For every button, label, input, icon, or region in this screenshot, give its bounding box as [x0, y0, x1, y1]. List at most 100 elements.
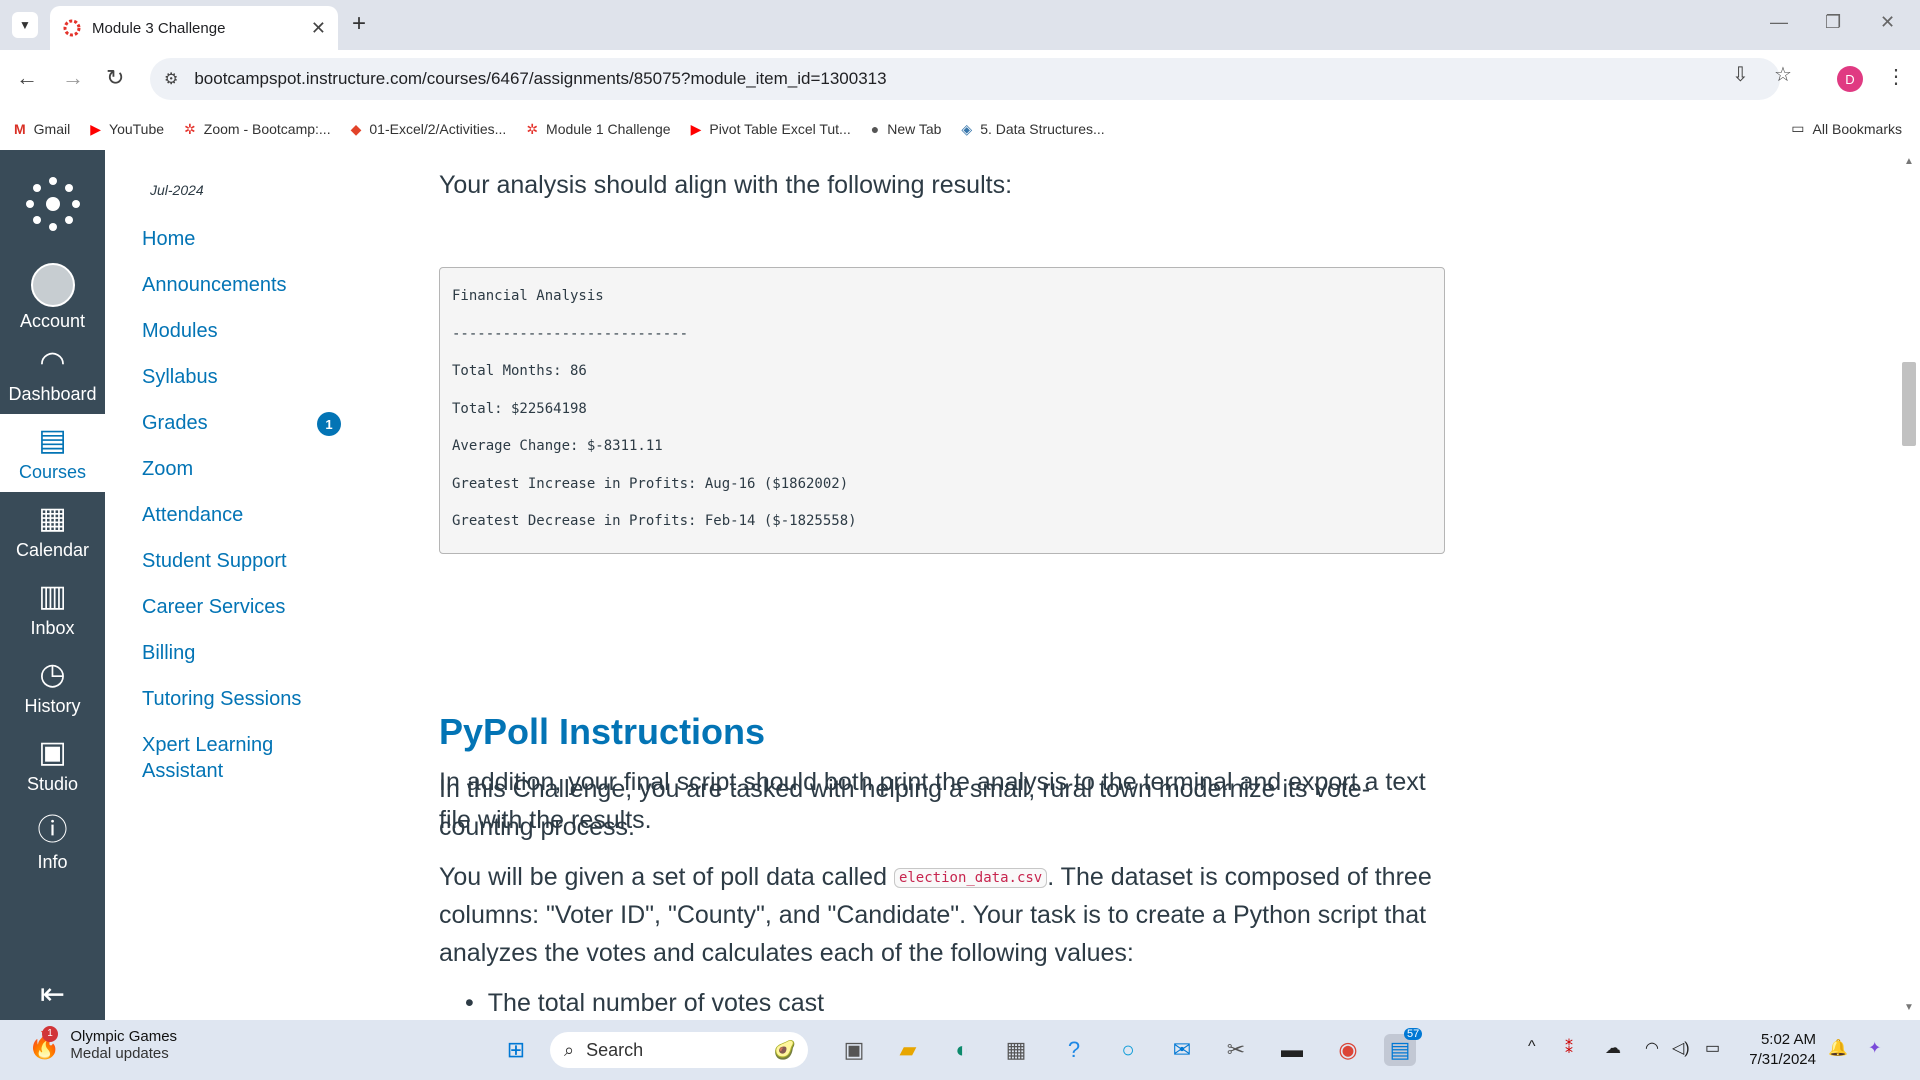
browser-tab-active[interactable]: Module 3 Challenge ✕	[50, 6, 338, 50]
windows-start-icon[interactable]: ⊞	[500, 1034, 532, 1066]
course-nav-zoom[interactable]: Zoom	[142, 456, 193, 482]
gmail-icon: M	[14, 121, 26, 137]
bookmark-data-structures[interactable]: ◈ 5. Data Structures...	[961, 121, 1104, 138]
bookmark-module1[interactable]: ✲ Module 1 Challenge	[526, 121, 670, 138]
course-nav-billing[interactable]: Billing	[142, 640, 195, 666]
course-nav-tutoring-sessions[interactable]: Tutoring Sessions	[142, 686, 301, 712]
wifi-icon[interactable]: ◠	[1645, 1038, 1659, 1058]
course-nav-assistant[interactable]: Assistant	[142, 758, 223, 784]
battery-icon[interactable]: ▭	[1705, 1038, 1720, 1058]
install-app-icon[interactable]: ⇩	[1732, 62, 1749, 87]
global-nav-studio[interactable]: ▣ Studio	[0, 726, 105, 804]
youtube-icon: ▶	[90, 120, 102, 137]
terminal-icon[interactable]: ▬	[1276, 1034, 1308, 1066]
course-nav-announcements[interactable]: Announcements	[142, 272, 287, 298]
studio-icon: ▣	[38, 735, 67, 769]
pypoll-heading: PyPoll Instructions	[439, 711, 766, 752]
profile-avatar[interactable]: D	[1837, 66, 1863, 92]
course-nav-student-support[interactable]: Student Support	[142, 548, 287, 574]
page-scrollbar[interactable]: ▲ ▼	[1898, 150, 1920, 1020]
ms-store-icon[interactable]: ▦	[1000, 1034, 1032, 1066]
data-line-1-post: . The dataset is composed of three	[1047, 863, 1432, 891]
show-hidden-icons-chevron-icon[interactable]: ^	[1528, 1038, 1536, 1056]
all-bookmarks-button[interactable]: ▭ All Bookmarks	[1791, 120, 1902, 137]
browser-menu-icon[interactable]: ⋮	[1886, 64, 1906, 89]
news-subtitle: Medal updates	[70, 1045, 169, 1062]
course-nav-modules[interactable]: Modules	[142, 318, 218, 344]
store-app-icon[interactable]: ▤ 57	[1384, 1028, 1423, 1066]
bullet-total-votes: • The total number of votes cast	[465, 989, 825, 1017]
canvas-logo-svg	[25, 177, 80, 231]
gitlab-icon: ◆	[350, 120, 362, 137]
global-nav-dashboard[interactable]: ◠ Dashboard	[0, 336, 105, 414]
bookmark-star-icon[interactable]: ☆	[1774, 62, 1792, 87]
restore-icon[interactable]: ❐	[1825, 12, 1841, 33]
forward-arrow-icon[interactable]: →	[62, 64, 84, 92]
bullet-dot-icon: •	[465, 989, 474, 1017]
collapse-nav-icon[interactable]: ⇤	[0, 977, 105, 1012]
browser-toolbar: ← → ↻ ⚙ bootcampspot.instructure.com/cou…	[0, 50, 1920, 108]
scrollbar-thumb[interactable]	[1902, 362, 1916, 446]
taskbar-clock[interactable]: 5:02 AM 7/31/2024	[1740, 1030, 1816, 1070]
courses-book-icon: ▤	[38, 423, 67, 457]
history-clock-icon: ◷	[39, 657, 66, 691]
bookmark-excel-activities[interactable]: ◆ 01-Excel/2/Activities...	[351, 121, 507, 138]
course-nav-syllabus[interactable]: Syllabus	[142, 364, 218, 390]
course-nav-xpert-learning[interactable]: Xpert Learning	[142, 732, 273, 758]
back-arrow-icon[interactable]: ←	[16, 64, 38, 92]
course-navigation: Jul-2024 Home Announcements Modules Syll…	[105, 150, 345, 1020]
browser-tabstrip: ▼ Module 3 Challenge ✕ + — ❐ ✕	[0, 0, 1920, 50]
code-line: Greatest Decrease in Profits: Feb-14 ($-…	[452, 513, 857, 529]
canvas-icon: ✲	[526, 120, 539, 137]
reload-icon[interactable]: ↻	[106, 64, 124, 92]
global-nav-inbox[interactable]: ▥ Inbox	[0, 570, 105, 648]
minimize-icon[interactable]: —	[1770, 12, 1788, 33]
global-nav-account[interactable]: Account	[0, 258, 105, 336]
alexa-icon[interactable]: ○	[1112, 1034, 1144, 1066]
onedrive-icon[interactable]: ☁	[1605, 1038, 1621, 1058]
notification-bell-icon[interactable]: 🔔	[1828, 1038, 1848, 1058]
global-nav-info[interactable]: ⓘ Info	[0, 804, 105, 882]
course-nav-career-services[interactable]: Career Services	[142, 594, 285, 620]
address-bar[interactable]: ⚙ bootcampspot.instructure.com/courses/6…	[150, 58, 1780, 100]
dashboard-gauge-icon: ◠	[39, 345, 66, 379]
global-nav-calendar[interactable]: ▦ Calendar	[0, 492, 105, 570]
course-nav-attendance[interactable]: Attendance	[142, 502, 243, 528]
volume-icon[interactable]: ◁)	[1672, 1038, 1690, 1058]
global-nav-courses[interactable]: ▤ Courses	[0, 414, 105, 492]
help-icon[interactable]: ?	[1058, 1034, 1090, 1066]
copilot-icon[interactable]: ✦	[1868, 1038, 1881, 1058]
new-tab-icon[interactable]: +	[352, 12, 366, 36]
global-navigation: Account ◠ Dashboard ▤ Courses ▦ Calendar…	[0, 150, 105, 1020]
bookmark-zoom[interactable]: ✲ Zoom - Bootcamp:...	[184, 121, 331, 138]
chrome-icon[interactable]: ◉	[1332, 1034, 1364, 1066]
tab-close-icon[interactable]: ✕	[311, 18, 326, 39]
folder-icon: ▭	[1791, 120, 1805, 136]
bookmark-pivot-table[interactable]: ▶ Pivot Table Excel Tut...	[691, 121, 851, 138]
scroll-down-arrow-icon[interactable]: ▼	[1904, 1002, 1914, 1013]
window-close-icon[interactable]: ✕	[1880, 12, 1895, 33]
news-widget[interactable]: 🔥 1 Olympic Games Medal updates	[28, 1025, 177, 1062]
scroll-up-arrow-icon[interactable]: ▲	[1904, 156, 1914, 167]
tab-search-chevron-icon[interactable]: ▼	[12, 12, 38, 38]
bookmark-new-tab[interactable]: ● New Tab	[871, 121, 942, 137]
canvas-icon: ✲	[184, 120, 196, 137]
outlook-icon[interactable]: ✉	[1166, 1034, 1198, 1066]
tray-app-icon[interactable]: ⁑	[1565, 1038, 1573, 1058]
bookmark-gmail[interactable]: M Gmail	[14, 121, 70, 137]
snipping-tool-icon[interactable]: ✂	[1220, 1034, 1252, 1066]
python-icon: ◈	[961, 120, 973, 137]
course-nav-home[interactable]: Home	[142, 226, 195, 252]
file-explorer-icon[interactable]: ▰	[892, 1034, 924, 1066]
taskbar-search[interactable]: ⌕ Search 🥑	[550, 1032, 808, 1068]
search-icon: ⌕	[564, 1039, 575, 1060]
global-nav-history[interactable]: ◷ History	[0, 648, 105, 726]
course-nav-grades[interactable]: Grades	[142, 410, 208, 436]
election-data-code: election_data.csv	[893, 868, 1048, 888]
canvas-logo-icon[interactable]	[0, 150, 105, 258]
edge-icon[interactable]: ◐	[946, 1034, 978, 1066]
bookmark-youtube[interactable]: ▶ YouTube	[90, 121, 164, 138]
calendar-icon: ▦	[38, 501, 67, 535]
site-info-icon[interactable]: ⚙	[164, 69, 178, 89]
task-view-icon[interactable]: ▣	[838, 1034, 870, 1066]
